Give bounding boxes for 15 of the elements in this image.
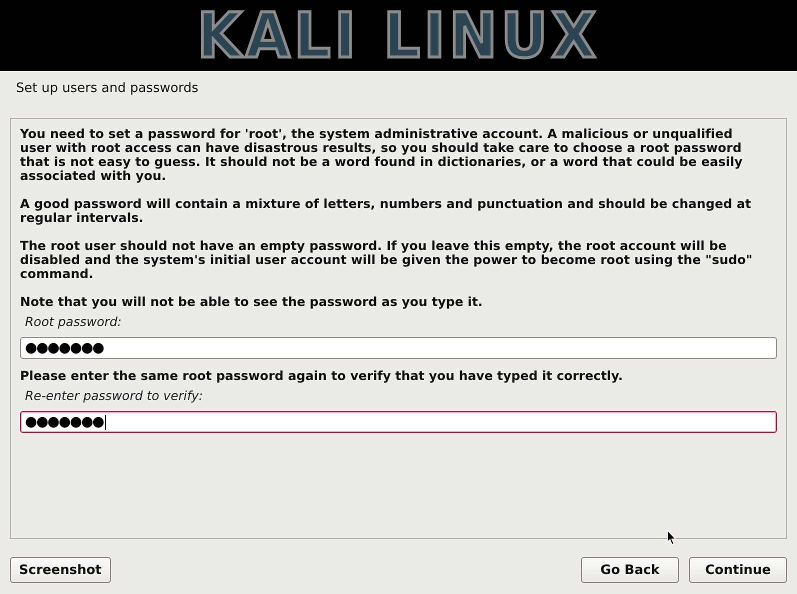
action-button[interactable]: Screenshot [10, 557, 111, 583]
paragraph: The root user should not have an empty password. If you leave this empty, the root account will be disabled and the system's initial user account will be given the power to become root using the "sudo" command. [20, 239, 754, 281]
action-button[interactable]: Continue [689, 557, 787, 583]
pointer-icon [667, 530, 677, 546]
field-label: Root password: [25, 314, 123, 329]
password-field[interactable]: ●●●●●●● [20, 337, 777, 359]
field-label: Re-enter password to verify: [25, 388, 204, 403]
kali-logo: KALI LINUX [197, 4, 600, 66]
action-button[interactable]: Go Back [581, 557, 679, 583]
paragraph: A good password will contain a mixture of letters, numbers and punctuation and should be changed at regular intervals. [20, 197, 752, 225]
instruction-text: Note that you will not be able to see the password as you type it. [20, 295, 484, 309]
page-title: Set up users and passwords [16, 81, 200, 98]
instruction-text: Please enter the same root password again to verify that you have typed it correctly. [20, 369, 624, 383]
paragraph: You need to set a password for 'root', the system administrative account. A malicious or unqualified user with root access can have disastrous results, so you should take care to choose a root password that is not easy to guess. It should not be a word found in dictionaries, or a word that could be easily associated with you. [20, 127, 744, 183]
password-field[interactable]: ●●●●●●● [20, 411, 777, 433]
